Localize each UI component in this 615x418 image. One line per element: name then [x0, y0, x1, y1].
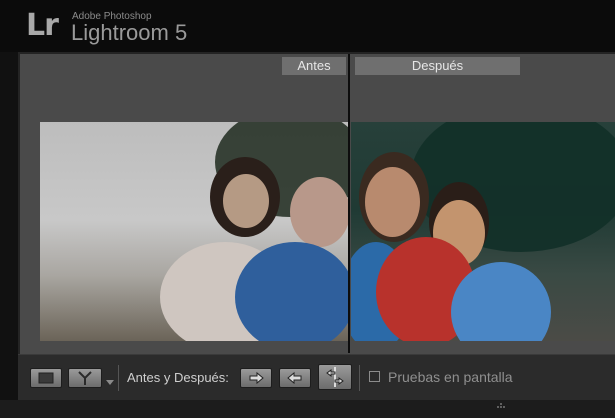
yv-split-icon [78, 371, 92, 385]
softproof-label: Pruebas en pantalla [388, 369, 513, 385]
before-label: Antes [282, 57, 346, 75]
chevron-down-icon [106, 380, 114, 385]
copy-before-to-after-button[interactable] [240, 368, 272, 388]
panel-grip-icon[interactable] [494, 402, 508, 410]
filmstrip-edge [0, 400, 615, 418]
swap-before-after-button[interactable] [318, 364, 352, 390]
lightroom-logo: Lr [26, 8, 59, 43]
after-label: Después [355, 57, 520, 75]
before-photo [40, 122, 348, 341]
arrow-left-icon [287, 371, 302, 385]
toolbar-separator [359, 365, 360, 391]
left-panel-edge [0, 52, 18, 418]
split-divider[interactable] [348, 54, 350, 353]
toolbar: Antes y Después: Pruebas en pantalla [18, 354, 615, 401]
copy-after-to-before-button[interactable] [279, 368, 311, 388]
loupe-view-button[interactable] [30, 368, 62, 388]
arrow-right-icon [249, 371, 264, 385]
view-mode-dropdown[interactable] [106, 373, 114, 391]
identity-plate: Lr Adobe Photoshop Lightroom 5 [0, 0, 615, 50]
softproof-checkbox[interactable] [369, 371, 380, 382]
before-after-label: Antes y Después: [127, 370, 229, 385]
after-photo [351, 122, 615, 341]
swap-icon [326, 367, 344, 387]
product-name: Lightroom 5 [71, 20, 188, 45]
single-view-icon [38, 372, 54, 384]
before-after-view-button[interactable] [68, 368, 102, 388]
toolbar-separator [118, 365, 119, 391]
